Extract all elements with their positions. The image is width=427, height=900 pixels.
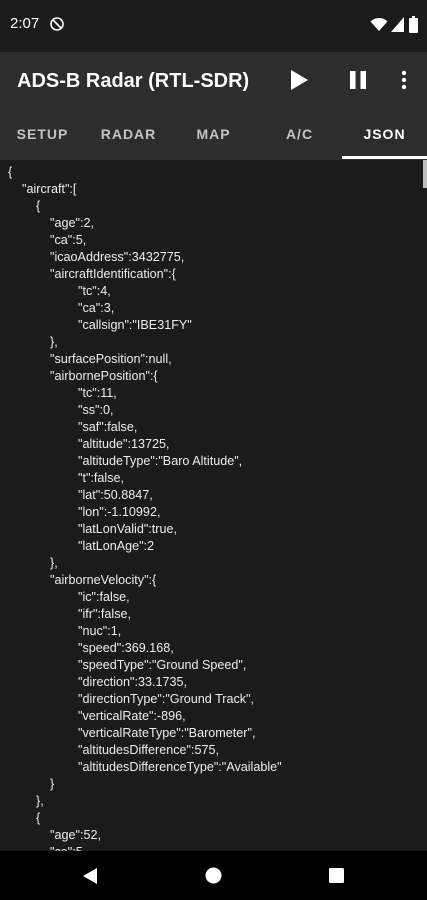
scrollbar-thumb[interactable] — [423, 160, 427, 188]
json-line: "lon":-1.10992, — [8, 505, 161, 519]
json-line: } — [8, 777, 55, 791]
tab-bar: SETUP RADAR MAP A/C JSON — [0, 108, 427, 160]
json-line: "altitudesDifferenceType":"Available" — [8, 760, 282, 774]
battery-icon — [409, 16, 418, 33]
tab-radar[interactable]: RADAR — [86, 108, 171, 160]
json-line: "ca":3, — [8, 301, 115, 315]
recents-icon[interactable] — [329, 868, 344, 883]
json-line: "directionType":"Ground Track", — [8, 692, 255, 706]
json-line: "nuc":1, — [8, 624, 122, 638]
json-line: { — [8, 165, 13, 179]
tab-map[interactable]: MAP — [171, 108, 256, 160]
app-title: ADS-B Radar (RTL-SDR) — [17, 70, 250, 92]
json-line: "verticalRateType":"Barometer", — [8, 726, 256, 740]
json-text-view: { "aircraft":[ { "age":2, "ca":5, "icaoA… — [8, 164, 418, 851]
pause-icon[interactable] — [345, 67, 371, 93]
json-line: }, — [8, 556, 58, 570]
json-content-area[interactable]: { "aircraft":[ { "age":2, "ca":5, "icaoA… — [0, 160, 427, 851]
json-line: "ic":false, — [8, 590, 130, 604]
json-line: "altitudesDifference":575, — [8, 743, 220, 757]
tab-json[interactable]: JSON — [342, 108, 427, 160]
status-bar: 2:07 — [0, 0, 427, 52]
cell-signal-icon — [391, 17, 404, 32]
json-line: "t":false, — [8, 471, 125, 485]
wifi-icon — [370, 17, 388, 31]
json-line: "ifr":false, — [8, 607, 132, 621]
json-line: "age":2, — [8, 216, 94, 230]
json-line: "direction":33.1735, — [8, 675, 188, 689]
back-icon[interactable] — [82, 867, 98, 885]
more-vert-icon[interactable] — [396, 66, 412, 94]
json-line: "ca":5, — [8, 844, 418, 851]
json-line: { — [8, 811, 41, 825]
active-tab-indicator — [342, 156, 427, 159]
json-line: }, — [8, 335, 58, 349]
status-time: 2:07 — [10, 15, 40, 32]
do-not-disturb-icon — [50, 17, 64, 31]
app-bar: ADS-B Radar (RTL-SDR) — [0, 52, 427, 108]
json-line: { — [8, 199, 41, 213]
json-line: "altitudeType":"Baro Altitude", — [8, 454, 243, 468]
json-line: "tc":11, — [8, 386, 117, 400]
tab-setup[interactable]: SETUP — [0, 108, 85, 160]
json-line: "icaoAddress":3432775, — [8, 250, 185, 264]
home-icon[interactable] — [205, 867, 222, 884]
json-line: "speedType":"Ground Speed", — [8, 658, 247, 672]
json-line: "ss":0, — [8, 403, 114, 417]
json-line: "callsign":"IBE31FY" — [8, 318, 192, 332]
json-line: }, — [8, 794, 44, 808]
navigation-bar — [0, 851, 427, 900]
json-line: "lat":50.8847, — [8, 488, 153, 502]
tab-aircraft[interactable]: A/C — [257, 108, 342, 160]
json-line: "tc":4, — [8, 284, 111, 298]
json-line: "age":52, — [8, 828, 101, 842]
json-line: "ca":5, — [8, 233, 87, 247]
json-line: "aircraftIdentification":{ — [8, 267, 176, 281]
json-line: "airborneVelocity":{ — [8, 573, 157, 587]
json-line: "latLonAge":2 — [8, 539, 155, 553]
json-line: "saf":false, — [8, 420, 138, 434]
json-line: "aircraft":[ — [8, 182, 77, 196]
json-line: "altitude":13725, — [8, 437, 170, 451]
json-line: "verticalRate":-896, — [8, 709, 186, 723]
json-line: "airbornePosition":{ — [8, 369, 158, 383]
json-line: "latLonValid":true, — [8, 522, 178, 536]
json-line: "surfacePosition":null, — [8, 352, 172, 366]
play-icon[interactable] — [286, 67, 312, 93]
json-line: "speed":369.168, — [8, 641, 174, 655]
